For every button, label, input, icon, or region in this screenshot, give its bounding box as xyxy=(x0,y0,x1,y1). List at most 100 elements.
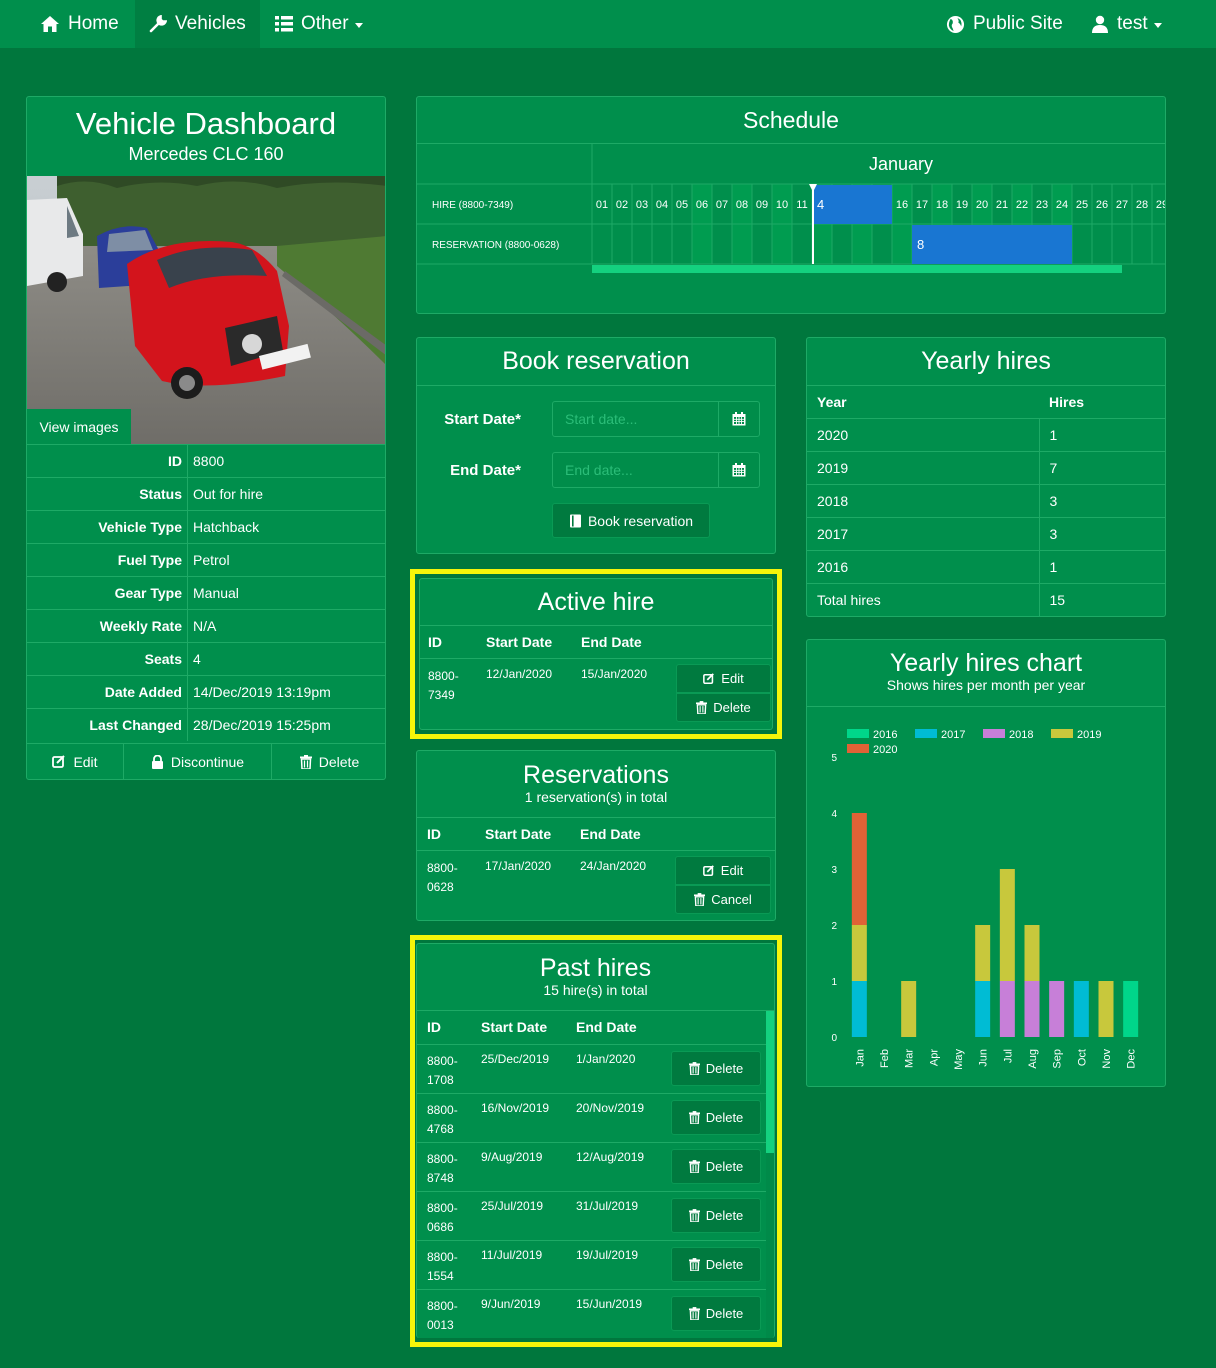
table-row: Total hires 15 xyxy=(807,582,1165,616)
end-date-field[interactable]: End date... xyxy=(552,452,760,488)
total-label-cell: Total hires xyxy=(807,582,1039,616)
view-images-button[interactable]: View images xyxy=(27,409,131,445)
end-date-cell: 1/Jan/2020 xyxy=(576,1052,636,1066)
delete-hire-button[interactable]: Delete xyxy=(671,1247,761,1282)
chart-header: Yearly hires chart Shows hires per month… xyxy=(807,640,1165,707)
nav-user-dropdown[interactable]: test xyxy=(1077,0,1176,48)
hires-cell: 3 xyxy=(1038,516,1165,550)
delete-vehicle-button[interactable]: Delete xyxy=(272,744,385,779)
year-cell: 2019 xyxy=(807,450,1039,484)
delete-label: Delete xyxy=(705,1110,744,1125)
edit-reservation-button[interactable]: Edit xyxy=(675,856,771,885)
edit-hire-button[interactable]: Edit xyxy=(676,664,771,693)
delete-hire-button[interactable]: Delete xyxy=(671,1100,761,1135)
trash-icon xyxy=(688,1062,700,1075)
schedule-month-label: January xyxy=(869,154,933,174)
hire-id: 8800- 0013 xyxy=(427,1299,458,1332)
start-date-label: Start Date* xyxy=(444,410,521,428)
y-tick-label: 0 xyxy=(831,1033,837,1044)
table-row: 8800- 0628 17/Jan/2020 24/Jan/2020 Edit C… xyxy=(417,850,775,920)
table-header: Year Hires xyxy=(807,386,1165,418)
calendar-icon[interactable] xyxy=(719,453,759,487)
schedule-day-label: 09 xyxy=(756,199,768,211)
start-date-cell: 25/Jul/2019 xyxy=(481,1199,544,1213)
column-header: Start Date xyxy=(481,1019,548,1035)
hires-cell: 7 xyxy=(1038,450,1165,484)
delete-hire-button[interactable]: Delete xyxy=(671,1051,761,1086)
chevron-down-icon xyxy=(1153,23,1162,28)
nav-other-dropdown[interactable]: Other xyxy=(261,0,377,48)
active-hire-title: Active hire xyxy=(420,579,772,626)
schedule-day-label: 05 xyxy=(676,199,688,211)
schedule-scrollbar xyxy=(592,265,1122,273)
schedule-day-label: 10 xyxy=(776,199,788,211)
x-tick-label: Mar xyxy=(904,1049,916,1068)
schedule-day-label: 11 xyxy=(796,199,807,211)
schedule-timeline: January010203040506070809101112131415161… xyxy=(417,144,1165,273)
table-row: 2019 7 xyxy=(807,450,1165,484)
end-date-cell: 20/Nov/2019 xyxy=(576,1101,645,1115)
table-header: ID Start Date End Date xyxy=(417,1011,767,1044)
chart-bar xyxy=(1024,981,1040,1037)
x-tick-label: Dec xyxy=(1126,1049,1138,1069)
reservations-count: 1 reservation(s) in total xyxy=(524,789,668,805)
vehicle-photo[interactable] xyxy=(27,176,385,444)
chart-bar xyxy=(975,925,991,981)
detail-label: Date Added xyxy=(27,676,188,708)
chart-bar xyxy=(901,981,917,1037)
edit-vehicle-button[interactable]: Edit xyxy=(27,744,124,779)
column-header: Start Date xyxy=(486,634,553,650)
chart-bar xyxy=(999,981,1015,1037)
hire-id: 8800- 8748 xyxy=(427,1152,458,1185)
delete-label: Delete xyxy=(705,1208,744,1223)
book-reservation-label: Book reservation xyxy=(587,512,694,529)
scrollbar-thumb[interactable] xyxy=(766,1011,774,1153)
calendar-icon[interactable] xyxy=(719,402,759,436)
chart-bar xyxy=(975,981,991,1037)
nav-public-site[interactable]: Public Site xyxy=(932,0,1077,48)
vehicle-details: ID 8800 Status Out for hire Vehicle Type Ha… xyxy=(27,444,385,741)
table-row: 8800- 8748 9/Aug/2019 12/Aug/2019 Delete xyxy=(417,1142,767,1191)
chart-bar xyxy=(1073,981,1089,1037)
start-date-field[interactable]: Start date... xyxy=(552,401,760,437)
cancel-reservation-button[interactable]: Cancel xyxy=(675,885,771,914)
column-header: ID xyxy=(427,826,441,842)
hire-id: 8800- 0686 xyxy=(427,1201,458,1234)
detail-label: Gear Type xyxy=(27,577,188,609)
start-date-cell: 17/Jan/2020 xyxy=(485,859,552,873)
book-reservation-button[interactable]: Book reservation xyxy=(552,503,710,538)
delete-hire-button[interactable]: Delete xyxy=(671,1149,761,1184)
book-reservation-panel: Book reservation Start Date* Start date.… xyxy=(416,337,776,554)
column-header: End Date xyxy=(576,1019,637,1035)
detail-row: ID 8800 xyxy=(27,444,385,477)
schedule-day-label: 27 xyxy=(1116,199,1128,211)
nav-user-label: test xyxy=(1117,13,1148,34)
total-hires-cell: 15 xyxy=(1038,582,1165,616)
table-row: 2018 3 xyxy=(807,483,1165,517)
start-date-cell: 9/Jun/2019 xyxy=(481,1297,541,1311)
x-tick-label: May xyxy=(953,1049,965,1070)
chevron-down-icon xyxy=(354,23,363,28)
delete-hire-button[interactable]: Delete xyxy=(676,693,771,722)
detail-label: Last Changed xyxy=(27,709,188,741)
start-date-input[interactable]: Start date... xyxy=(553,402,719,436)
nav-vehicles[interactable]: Vehicles xyxy=(135,0,260,48)
end-date-input[interactable]: End date... xyxy=(553,453,719,487)
discontinue-button[interactable]: Discontinue xyxy=(124,744,272,779)
y-tick-label: 1 xyxy=(831,977,837,988)
nav-home[interactable]: Home xyxy=(26,0,133,48)
delete-hire-button[interactable]: Delete xyxy=(671,1198,761,1233)
start-date-cell: 25/Dec/2019 xyxy=(481,1052,550,1066)
schedule-day-label: 23 xyxy=(1036,199,1048,211)
scrollbar-track[interactable] xyxy=(766,1011,774,1338)
schedule-booking-count: 8 xyxy=(917,237,924,252)
detail-row: Last Changed 28/Dec/2019 15:25pm xyxy=(27,708,385,741)
schedule-row-label: RESERVATION (8800-0628) xyxy=(432,240,559,251)
user-icon xyxy=(1092,15,1108,33)
table-row: 8800- 1708 25/Dec/2019 1/Jan/2020 Delete xyxy=(417,1044,767,1093)
nav-public-site-label: Public Site xyxy=(973,13,1063,34)
delete-hire-button[interactable]: Delete xyxy=(671,1296,761,1331)
chart-bar xyxy=(999,869,1015,981)
legend-label: 2020 xyxy=(873,744,897,756)
vehicle-header: Vehicle Dashboard Mercedes CLC 160 xyxy=(27,97,385,176)
